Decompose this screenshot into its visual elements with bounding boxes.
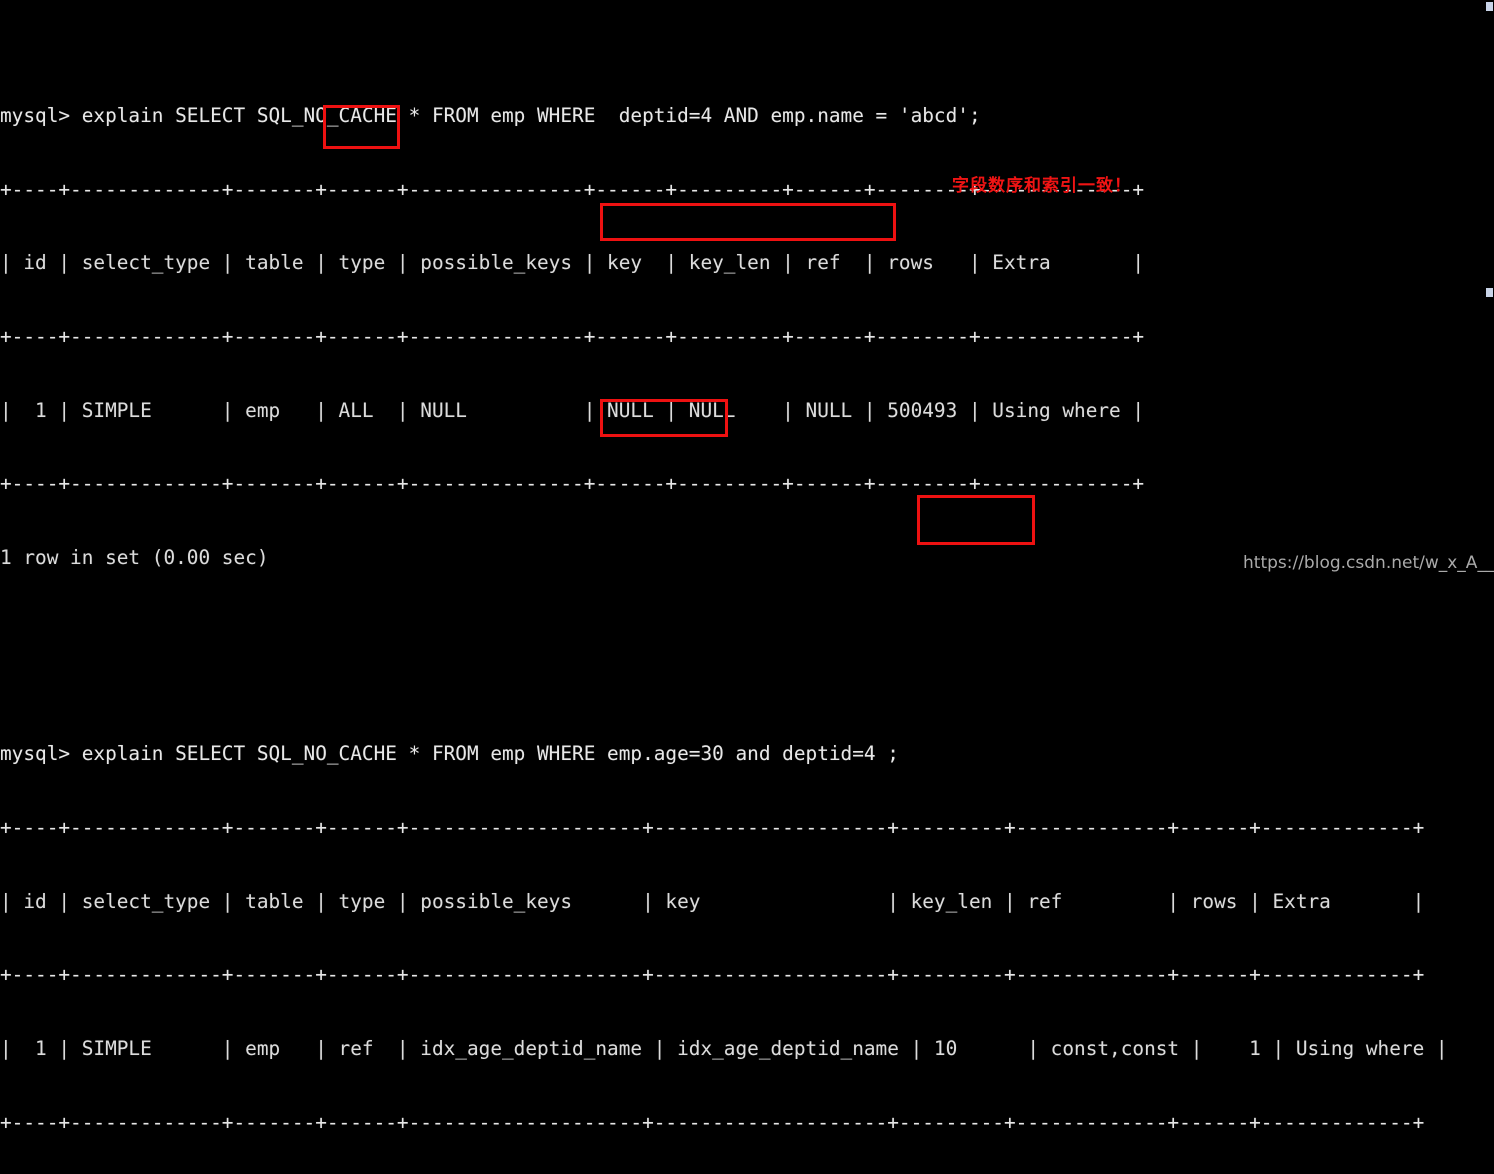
table-rule-mid-1: +----+-------------+-------+------+-----… [0, 325, 1145, 349]
table-row-2: | 1 | SIMPLE | emp | ref | idx_age_depti… [0, 1036, 1448, 1060]
terminal-output: mysql> explain SELECT SQL_NO_CACHE * FRO… [0, 0, 1448, 1174]
annotation-note-chinese: 字段数序和索引一致！ [952, 176, 1132, 196]
table-rule-mid-2: +----+-------------+-------+------+-----… [0, 963, 1425, 987]
spacer-1 [0, 620, 1448, 645]
watermark-url: https://blog.csdn.net/w_x_A__l__l [1243, 553, 1494, 573]
table-rule-top-1: +----+-------------+-------+------+-----… [0, 177, 1145, 201]
table-rule-top-2: +----+-------------+-------+------+-----… [0, 816, 1425, 840]
table-rule-bot-1: +----+-------------+-------+------+-----… [0, 472, 1145, 496]
table-row-1: | 1 | SIMPLE | emp | ALL | NULL | NULL |… [0, 398, 1145, 422]
scroll-artifact-top [1486, 2, 1493, 11]
scroll-artifact-mid [1486, 288, 1493, 297]
table-header-2: | id | select_type | table | type | poss… [0, 889, 1425, 913]
result-status-1: 1 row in set (0.00 sec) [0, 546, 269, 570]
table-header-1: | id | select_type | table | type | poss… [0, 251, 1145, 275]
terminal-window: mysql> explain SELECT SQL_NO_CACHE * FRO… [0, 0, 1494, 1134]
table-rule-bot-2: +----+-------------+-------+------+-----… [0, 1110, 1425, 1134]
sql-prompt-line-1: mysql> explain SELECT SQL_NO_CACHE * FRO… [0, 104, 981, 128]
sql-prompt-line-2: mysql> explain SELECT SQL_NO_CACHE * FRO… [0, 742, 899, 766]
